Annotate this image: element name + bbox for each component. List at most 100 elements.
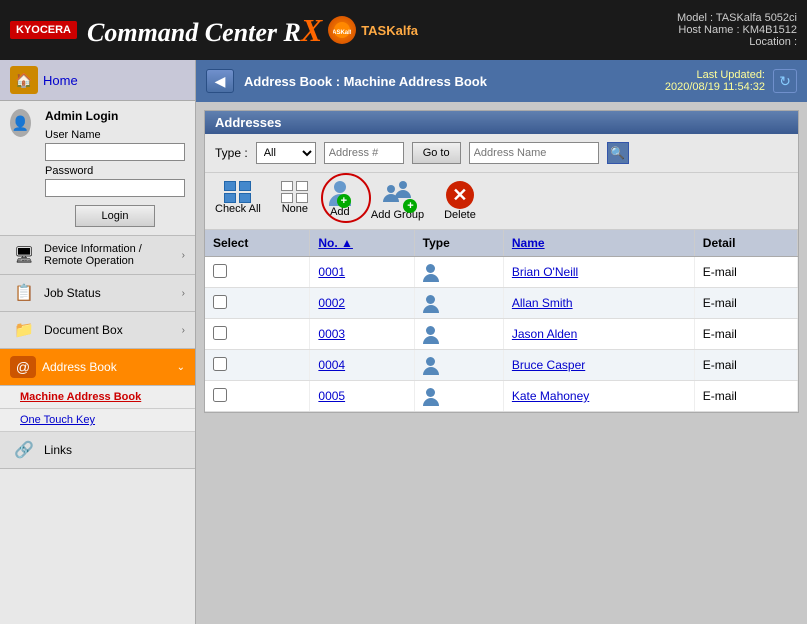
row-checkbox[interactable] [213,264,227,278]
device-info-label: Device Information /Remote Operation [44,243,142,267]
taskalfa-icon: TASKalfa [328,16,356,44]
add-group-action[interactable]: + Add Group [371,181,424,221]
sidebar-item-job-status[interactable]: 📋 Job Status › [0,275,195,312]
type-select[interactable]: All E-mail Fax SMB FTP [256,142,316,164]
back-button[interactable]: ◀ [206,69,234,93]
layout: 🏠 Home 👤 Admin Login User Name Password [0,60,807,624]
header: KYOCERA Command Center RX TASKalfa TASKa… [0,0,807,60]
none-icon [281,181,309,203]
checked-box [224,193,236,203]
app-title: Command Center RX [87,12,322,49]
sidebar-item-device-info[interactable]: 🖥 Device Information /Remote Operation › [0,236,195,275]
row-checkbox[interactable] [213,357,227,371]
row-checkbox[interactable] [213,295,227,309]
type-label: Type : [215,146,248,160]
job-status-icon: 📋 [10,282,38,304]
taskalfa: TASKalfa TASKalfa [328,16,418,44]
cell-num: 0005 [310,381,414,412]
add-label: Add [330,206,350,218]
filter-bar: Type : All E-mail Fax SMB FTP Go to 🔍 [205,134,798,173]
main-content: ◀ Address Book : Machine Address Book La… [196,60,807,624]
num-sort-link[interactable]: No. ▲ [318,236,353,250]
main-topbar: ◀ Address Book : Machine Address Book La… [196,60,807,102]
checked-box [239,193,251,203]
home-label: Home [43,73,78,88]
user-avatar: 👤 [10,109,31,137]
cell-type [414,381,503,412]
empty-box [281,181,293,191]
device-info: Model : TASKalfa 5052ci Host Name : KM4B… [677,12,797,48]
cell-select [205,350,310,381]
name-link[interactable]: Brian O'Neill [512,265,578,279]
person-head [334,181,346,193]
cell-name: Bruce Casper [503,350,694,381]
num-link[interactable]: 0005 [318,389,345,403]
cell-select [205,319,310,350]
plus-icon: + [337,194,351,208]
address-book-icon: @ [10,356,36,378]
check-all-label: Check All [215,203,261,215]
admin-section: 👤 Admin Login User Name Password Login [0,101,195,236]
table-header-row: Select No. ▲ Type Name Detail [205,230,798,257]
password-input[interactable] [45,179,185,197]
home-link[interactable]: 🏠 Home [10,66,185,94]
login-button[interactable]: Login [75,205,155,227]
username-input[interactable] [45,143,185,161]
check-all-action[interactable]: Check All [215,181,261,215]
panel-title: Addresses [205,111,798,134]
address-name-input[interactable] [469,142,599,164]
home-icon: 🏠 [10,66,38,94]
table-row: 0003 Jason Alden E-mail [205,319,798,350]
refresh-button[interactable]: ↻ [773,69,797,93]
logo-area: KYOCERA Command Center RX TASKalfa TASKa… [10,12,418,49]
add-group-icon: + [379,181,415,209]
empty-box [281,193,293,203]
col-num: No. ▲ [310,230,414,257]
sidebar-item-links[interactable]: 🔗 Links [0,432,195,469]
chevron-right-icon: › [182,325,185,336]
chevron-right-icon: › [182,288,185,299]
row-checkbox[interactable] [213,388,227,402]
sidebar-item-document-box[interactable]: 📁 Document Box › [0,312,195,349]
goto-button[interactable]: Go to [412,142,461,164]
add-icon-wrapper: + [329,181,351,206]
title-suffix: X [301,12,322,48]
col-select: Select [205,230,310,257]
row-checkbox[interactable] [213,326,227,340]
sidebar-item-address-book[interactable]: @ Address Book ⌄ [0,349,195,386]
num-link[interactable]: 0004 [318,358,345,372]
cell-num: 0004 [310,350,414,381]
cell-select [205,381,310,412]
device-info-icon: 🖥 [10,244,38,266]
delete-action[interactable]: ✕ Delete [444,181,476,221]
cell-num: 0001 [310,257,414,288]
table-row: 0004 Bruce Casper E-mail [205,350,798,381]
kyocera-badge: KYOCERA [10,21,77,39]
sidebar-subitem-machine-address-book[interactable]: Machine Address Book [0,386,195,409]
person-add-icon: + [329,181,351,206]
empty-box [296,181,308,191]
name-sort-link[interactable]: Name [512,236,545,250]
num-link[interactable]: 0002 [318,296,345,310]
job-status-label: Job Status [44,286,101,300]
search-button[interactable]: 🔍 [607,142,629,164]
checked-box [224,181,236,191]
add-action[interactable]: + Add [329,181,351,218]
name-link[interactable]: Kate Mahoney [512,389,589,403]
num-link[interactable]: 0001 [318,265,345,279]
cell-detail: E-mail [694,350,797,381]
address-number-input[interactable] [324,142,404,164]
cell-type [414,288,503,319]
table-row: 0001 Brian O'Neill E-mail [205,257,798,288]
sidebar: 🏠 Home 👤 Admin Login User Name Password [0,60,196,624]
sidebar-top: 🏠 Home [0,60,195,101]
password-group: Password [45,165,185,197]
name-link[interactable]: Jason Alden [512,327,577,341]
name-link[interactable]: Allan Smith [512,296,573,310]
num-link[interactable]: 0003 [318,327,345,341]
password-label: Password [45,165,185,177]
name-link[interactable]: Bruce Casper [512,358,585,372]
sidebar-subitem-one-touch-key[interactable]: One Touch Key [0,409,195,432]
none-action[interactable]: None [281,181,309,215]
location-info: Location : [677,36,797,48]
